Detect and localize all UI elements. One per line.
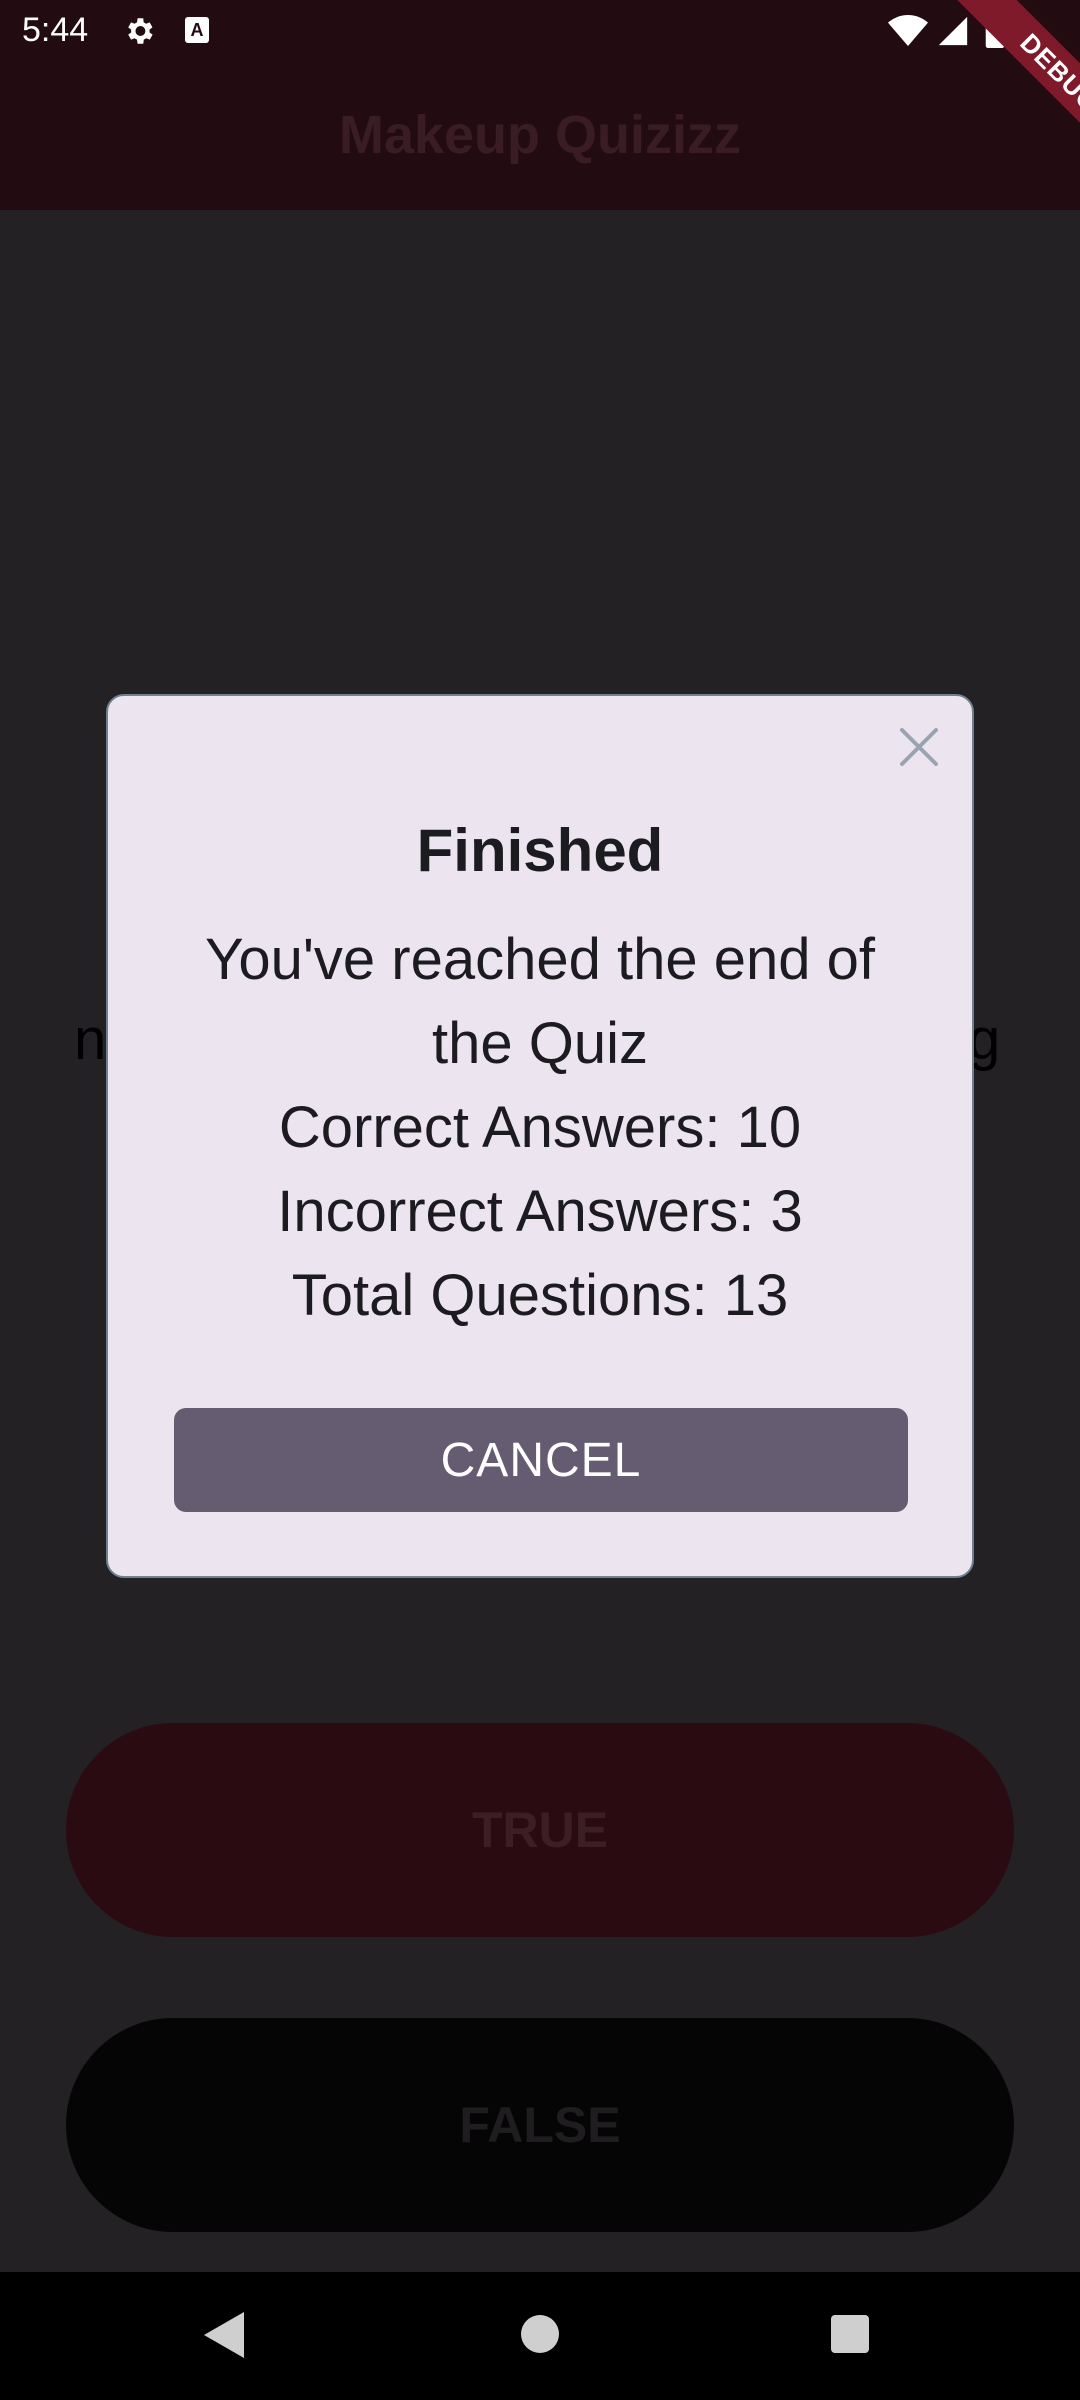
correct-answers-text: Correct Answers: 10 — [278, 1095, 802, 1160]
cancel-button[interactable]: CANCEL — [174, 1408, 908, 1512]
dialog-title: Finished — [416, 817, 664, 884]
false-button-label: FALSE — [459, 2097, 621, 2153]
message-line-2: the Quiz — [432, 1011, 648, 1076]
home-icon[interactable] — [521, 2315, 559, 2353]
dialog-message: You've reached the end of the Quiz Corre… — [148, 918, 932, 1338]
close-icon[interactable] — [894, 722, 944, 772]
debug-banner: DEBUG — [900, 0, 1080, 180]
debug-label: DEBUG — [953, 0, 1080, 180]
false-button[interactable]: FALSE — [66, 2018, 1014, 2232]
true-button-label: TRUE — [471, 1802, 609, 1858]
status-time: 5:44 — [22, 11, 89, 49]
true-button[interactable]: TRUE — [66, 1723, 1014, 1937]
settings-gear-icon — [128, 18, 153, 44]
cancel-button-label: CANCEL — [440, 1433, 642, 1487]
keyboard-a-icon: A — [185, 17, 209, 43]
back-icon[interactable] — [204, 2312, 244, 2358]
incorrect-answers-text: Incorrect Answers: 3 — [277, 1179, 803, 1244]
quiz-finished-dialog: Finished You've reached the end of the Q… — [106, 694, 974, 1578]
recent-apps-icon[interactable] — [831, 2315, 869, 2353]
navigation-bar — [0, 2272, 1080, 2400]
total-questions-text: Total Questions: 13 — [291, 1263, 789, 1328]
question-text-fragment-left: n — [74, 1007, 107, 1072]
message-line-1: You've reached the end of — [204, 927, 876, 992]
